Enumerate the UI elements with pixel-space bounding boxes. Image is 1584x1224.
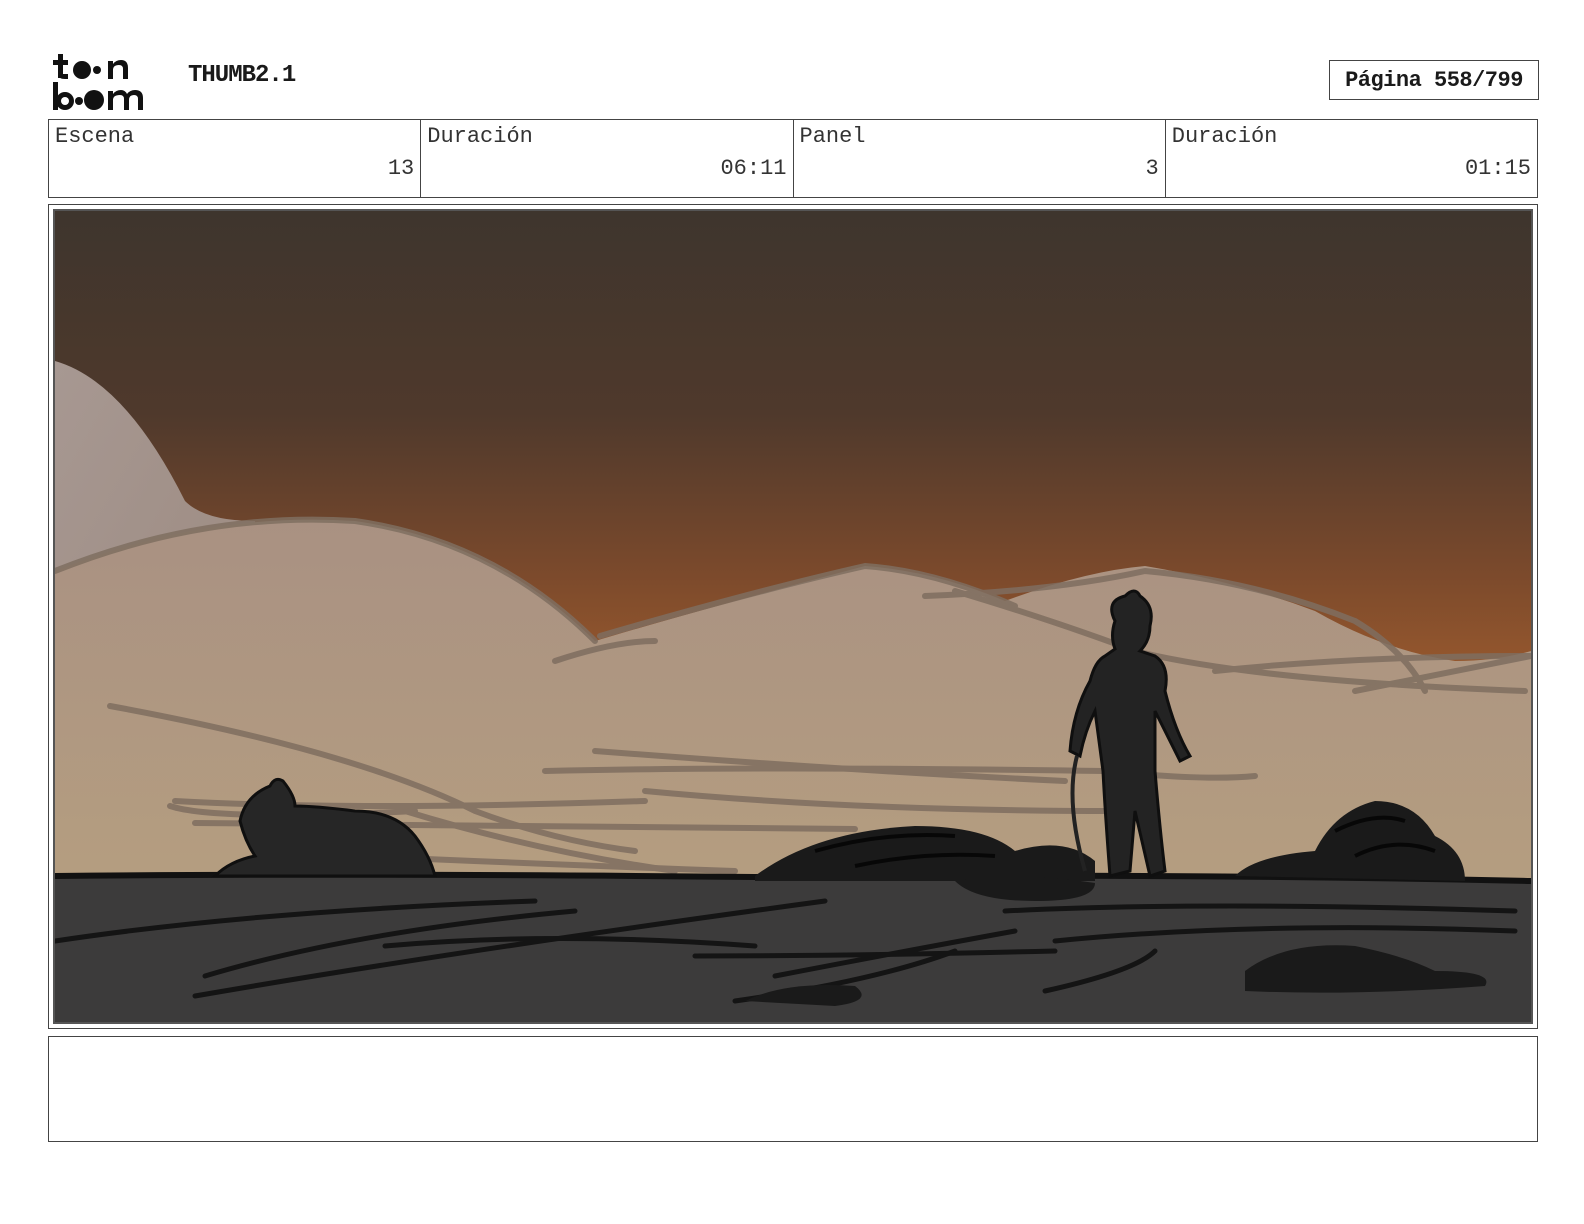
panel-value: 3 bbox=[1145, 156, 1159, 181]
panel-frame bbox=[48, 204, 1538, 1029]
panel-notes-box bbox=[48, 1036, 1538, 1142]
scene-duration-label: Duración bbox=[427, 124, 533, 149]
page-number: Página 558/799 bbox=[1329, 60, 1539, 100]
scene-value: 13 bbox=[387, 156, 415, 181]
scene-label: Escena bbox=[55, 124, 135, 149]
panel-duration-cell: Duración 01:15 bbox=[1166, 120, 1537, 197]
panel-cell: Panel 3 bbox=[794, 120, 1166, 197]
scene-info-strip: Escena 13 Duración 06:11 Panel 3 Duració… bbox=[48, 119, 1538, 198]
project-title: THUMB2.1 bbox=[188, 62, 296, 89]
panel-drawing bbox=[53, 209, 1533, 1024]
panel-duration-value: 01:15 bbox=[1464, 156, 1531, 181]
scene-cell: Escena 13 bbox=[49, 120, 422, 197]
panel-duration-label: Duración bbox=[1171, 124, 1278, 149]
scene-duration-cell: Duración 06:11 bbox=[421, 120, 794, 197]
panel-label: Panel bbox=[799, 124, 866, 149]
scene-duration-value: 06:11 bbox=[720, 156, 787, 181]
storyboard-page: THUMB2.1 Página 558/799 Escena 13 Duraci… bbox=[0, 0, 1584, 1224]
toon-boom-logo bbox=[52, 50, 164, 112]
